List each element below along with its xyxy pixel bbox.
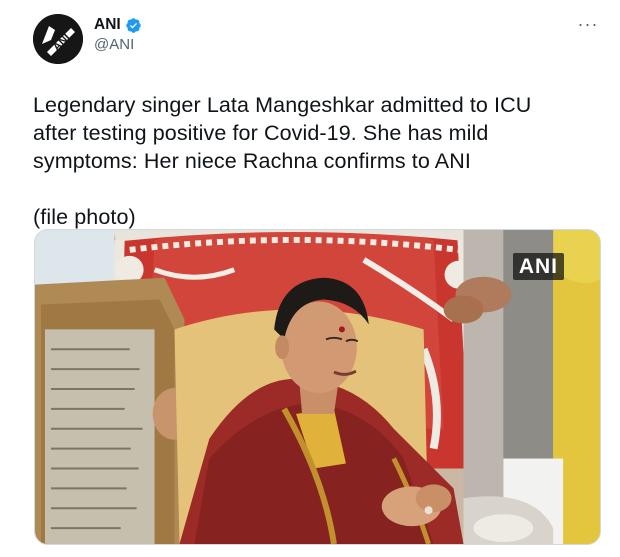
tweet-card: ANI ANI @ANI ··· Legendary singer Lata M… xyxy=(0,0,620,557)
author-names: ANI @ANI xyxy=(94,16,142,53)
verified-badge-icon xyxy=(125,17,142,34)
display-name-row: ANI xyxy=(94,16,142,34)
tweet-header: ANI ANI @ANI ··· xyxy=(33,14,602,74)
ani-logo-icon: ANI xyxy=(33,14,83,64)
author-handle[interactable]: @ANI xyxy=(94,36,142,53)
display-name[interactable]: ANI xyxy=(94,16,121,34)
ani-watermark: ANI xyxy=(512,253,564,280)
more-options-icon: ··· xyxy=(577,14,599,34)
tweet-media-photo[interactable]: ANI xyxy=(34,229,601,545)
tweet-text: Legendary singer Lata Mangeshkar admitte… xyxy=(33,93,532,229)
avatar[interactable]: ANI xyxy=(33,14,83,64)
more-options-button[interactable]: ··· xyxy=(574,14,602,34)
